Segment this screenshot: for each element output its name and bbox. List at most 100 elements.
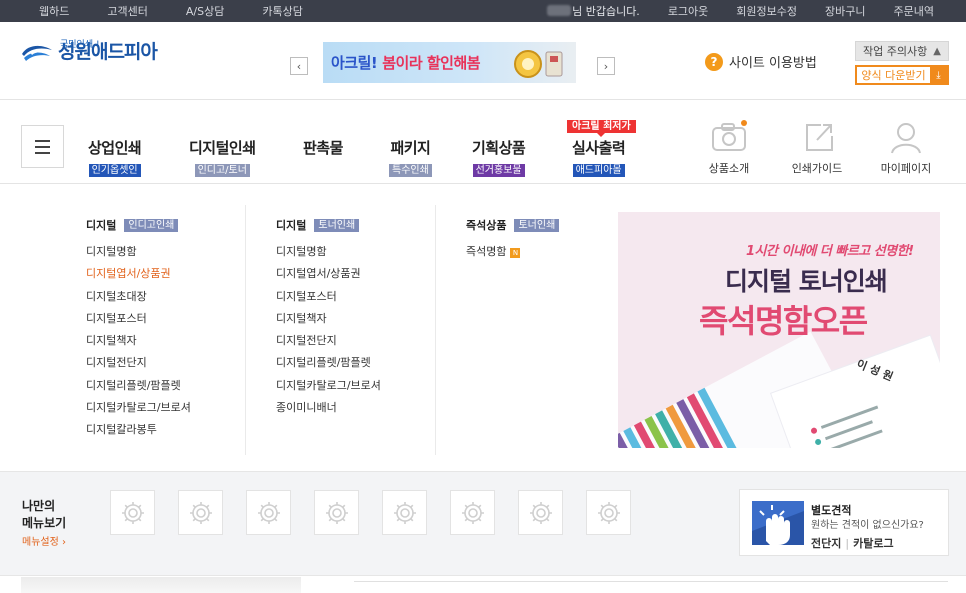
question-icon: ? xyxy=(705,52,723,71)
cart-link[interactable]: 장바구니 xyxy=(811,3,879,19)
list-item[interactable]: 디지털전단지 xyxy=(276,334,381,356)
work-caution-button[interactable]: 작업 주의사항 ▲ xyxy=(855,41,949,61)
nav-tag: 애드피아몰 xyxy=(572,164,625,177)
nav-item-package[interactable]: 패키지 특수인쇄 xyxy=(389,137,432,177)
quick-print-guide[interactable]: 인쇄가이드 xyxy=(782,120,852,176)
nav-label: 판촉물 xyxy=(303,139,343,157)
menu-col-indigo: 디지털 인디고인쇄 디지털명함 디지털엽서/상품권 디지털초대장 디지털포스터 … xyxy=(86,217,191,446)
site-logo[interactable]: 국민인쇄 ! 성원애드피아 xyxy=(20,40,158,64)
list-item[interactable]: 디지털리플렛/팜플렛 xyxy=(276,356,381,378)
user-icon xyxy=(891,123,921,154)
banner-title-1: 아크릴! xyxy=(331,54,378,72)
nav-tag: 인디고/토너 xyxy=(194,164,250,177)
main-nav: 상업인쇄 인기옵셋인 디지털인쇄 인디고/토너 판촉물 패키지 특수인쇄 기획상… xyxy=(0,100,966,184)
nav-tag: 인기옵셋인 xyxy=(88,164,141,177)
blurred-username xyxy=(547,5,572,16)
list-item[interactable]: 디지털명함 xyxy=(276,245,381,267)
as-consult-link[interactable]: A/S상담 xyxy=(167,3,243,19)
list-item[interactable]: 디지털리플렛/팜플렛 xyxy=(86,379,191,401)
list-item[interactable]: 디지털엽서/상품권 xyxy=(276,267,381,289)
promo-line-1: 1시간 이내에 더 빠르고 선명한! xyxy=(746,244,914,259)
my-menu-slot[interactable] xyxy=(178,490,223,535)
site-guide-link[interactable]: ? 사이트 이용방법 xyxy=(705,52,817,71)
estimate-catalog-link[interactable]: 카탈로그 xyxy=(853,537,893,550)
chevron-left-icon: ‹ xyxy=(296,59,302,73)
list-item[interactable]: 디지털칼라봉투 xyxy=(86,423,191,445)
list-item[interactable]: 디지털포스터 xyxy=(86,312,191,334)
webhard-link[interactable]: 웹하드 xyxy=(20,3,88,19)
list-item[interactable]: 디지털책자 xyxy=(276,312,381,334)
col-head-badge: 인디고인쇄 xyxy=(124,218,179,232)
my-menu-slot[interactable] xyxy=(314,490,359,535)
logout-link[interactable]: 로그아웃 xyxy=(654,3,722,19)
nav-item-commercial-print[interactable]: 상업인쇄 인기옵셋인 xyxy=(88,137,142,177)
list-item[interactable]: 디지털책자 xyxy=(86,334,191,356)
gear-icon xyxy=(325,501,348,524)
custom-estimate-box[interactable]: 별도견적 원하는 견적이 없으신가요? 전단지 | 카탈로그 xyxy=(739,489,949,556)
customer-center-link[interactable]: 고객센터 xyxy=(88,3,166,19)
kakao-consult-link[interactable]: 카톡상담 xyxy=(243,3,321,19)
quick-my-page[interactable]: 마이페이지 xyxy=(871,120,941,176)
promo-banner[interactable]: 아크릴! 봄이라 할인해봄 xyxy=(323,42,576,83)
hand-touch-icon xyxy=(752,501,804,545)
camera-icon xyxy=(712,120,747,151)
below-fold-panel xyxy=(354,581,948,593)
list-item-label: 즉석명함 xyxy=(466,245,507,258)
list-item[interactable]: 디지털카탈로그/브로셔 xyxy=(86,401,191,423)
my-menu-slot[interactable] xyxy=(518,490,563,535)
nav-item-digital-print[interactable]: 디지털인쇄 인디고/토너 xyxy=(189,137,256,177)
instant-card-promo-banner[interactable]: 1시간 이내에 더 빠르고 선명한! 디지털 토너인쇄 즉석명함오픈 이 성 원 xyxy=(618,212,940,448)
nav-tag: 특수인쇄 xyxy=(389,164,432,177)
my-menu-slot[interactable] xyxy=(450,490,495,535)
menu-settings-link[interactable]: 메뉴설정 › xyxy=(22,533,66,548)
nav-item-promo-goods[interactable]: 판촉물 xyxy=(303,137,343,158)
greeting-text: 님 반갑습니다. xyxy=(572,5,640,18)
list-item[interactable]: 즉석명함 N xyxy=(466,245,559,267)
all-menu-button[interactable] xyxy=(21,125,64,168)
my-menu-title-line1: 나만의 xyxy=(22,499,56,513)
nav-label: 실사출력 xyxy=(572,139,626,157)
quick-label: 인쇄가이드 xyxy=(791,162,843,175)
list-item[interactable]: 디지털전단지 xyxy=(86,356,191,378)
list-item[interactable]: 디지털카탈로그/브로셔 xyxy=(276,379,381,401)
warning-icon: ▲ xyxy=(933,45,941,57)
my-menu-slot[interactable] xyxy=(246,490,291,535)
estimate-links: 전단지 | 카탈로그 xyxy=(811,535,894,551)
nav-item-large-format[interactable]: 실사출력 애드피아몰 xyxy=(572,137,626,177)
quick-product-intro[interactable]: 상품소개 xyxy=(694,120,764,176)
my-menu-section: 나만의 메뉴보기 메뉴설정 › 별도견적 원하는 견적이 없으신가요? 전단지 |… xyxy=(0,471,966,576)
estimate-flyer-link[interactable]: 전단지 xyxy=(811,537,841,550)
gear-icon xyxy=(393,501,416,524)
my-menu-slot[interactable] xyxy=(382,490,427,535)
promo-line-3: 즉석명함오픈 xyxy=(699,302,868,340)
menu-col-instant: 즉석상품 토너인쇄 즉석명함 N xyxy=(466,217,560,267)
my-menu-slot[interactable] xyxy=(586,490,631,535)
list-item[interactable]: 디지털명함 xyxy=(86,245,191,267)
nav-tag: 선거홍보물 xyxy=(472,164,525,177)
gear-icon xyxy=(461,501,484,524)
banner-prev-button[interactable]: ‹ xyxy=(290,57,308,75)
menu-list: 즉석명함 N xyxy=(466,245,559,267)
quick-label: 상품소개 xyxy=(708,162,750,175)
list-item-active[interactable]: 디지털엽서/상품권 xyxy=(86,267,191,289)
menu-settings-label: 메뉴설정 xyxy=(22,537,59,548)
list-item[interactable]: 디지털포스터 xyxy=(276,290,381,312)
nav-item-planned-goods[interactable]: 기획상품 선거홍보물 xyxy=(472,137,526,177)
banner-next-button[interactable]: › xyxy=(597,57,615,75)
below-fold-strip xyxy=(0,577,966,593)
list-item[interactable]: 디지털초대장 xyxy=(86,290,191,312)
my-menu-slot[interactable] xyxy=(110,490,155,535)
top-utility-bar: 웹하드 고객센터 A/S상담 카톡상담 님 반갑습니다. 로그아웃 회원정보수정… xyxy=(0,0,966,22)
nav-label: 패키지 xyxy=(390,139,431,157)
nav-label: 기획상품 xyxy=(472,139,526,157)
form-download-button[interactable]: 양식 다운받기 ⤓ xyxy=(855,65,949,85)
banner-title-2: 봄이라 할인해봄 xyxy=(382,54,481,72)
nav-label: 상업인쇄 xyxy=(88,139,142,157)
link-separator: | xyxy=(845,537,850,550)
col-head-badge: 토너인쇄 xyxy=(514,218,560,232)
edit-profile-link[interactable]: 회원정보수정 xyxy=(722,3,811,19)
menu-list: 디지털명함 디지털엽서/상품권 디지털포스터 디지털책자 디지털전단지 디지털리… xyxy=(276,245,381,423)
form-download-label: 양식 다운받기 xyxy=(861,69,926,82)
order-history-link[interactable]: 주문내역 xyxy=(880,3,948,19)
list-item[interactable]: 종이미니배너 xyxy=(276,401,381,423)
